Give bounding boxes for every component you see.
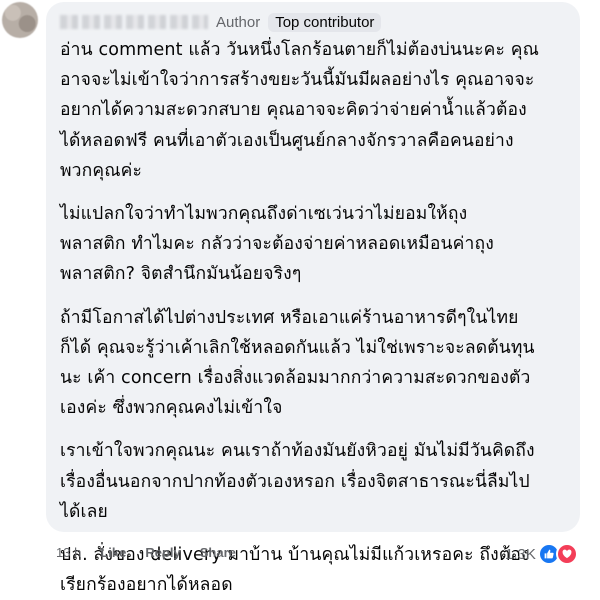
comment-line: ได้เลย	[60, 501, 108, 522]
comment-line: ก็ได้ คุณจะรู้ว่าเค้าเลิกใช้หลอดกันแล้ว …	[60, 337, 535, 358]
comment-paragraph: เราเข้าใจพวกคุณนะ คนเราถ้าท้องมันยังหิวอ…	[60, 436, 566, 527]
author-name-blurred[interactable]	[60, 15, 208, 29]
comment-line: ได้หลอดฟรี คนที่เอาตัวเองเป็นศูนย์กลางจั…	[60, 130, 514, 151]
timestamp[interactable]: 13 h	[56, 545, 81, 560]
comment-line: อาจจะไม่เข้าใจว่าการสร้างขยะวันนี้มันมีผ…	[60, 70, 535, 91]
author-label: Author	[216, 13, 261, 31]
comment-actions: 13 h Like Reply Share	[56, 545, 255, 560]
comment-line: พวกคุณค่ะ	[60, 160, 143, 181]
love-icon	[555, 543, 578, 565]
comment-line: อ่าน comment แล้ว วันหนึ่งโลกร้อนตายก็ไม…	[60, 40, 539, 60]
comment-line: พลาสติก ทำไมคะ กลัวว่าจะต้องจ่ายค่าหลอดเ…	[60, 234, 494, 255]
comment-header: Author Top contributor	[60, 11, 568, 33]
top-contributor-badge: Top contributor	[268, 12, 382, 32]
comment-body: อ่าน comment แล้ว วันหนึ่งโลกร้อนตายก็ไม…	[60, 35, 566, 600]
reaction-count: 1.3K	[505, 545, 536, 563]
reply-button[interactable]: Reply	[145, 545, 180, 560]
comment-paragraph: อ่าน comment แล้ว วันหนึ่งโลกร้อนตายก็ไม…	[60, 35, 566, 186]
comment-line: นะ เค้า concern เรื่องสิ่งแวดล้อมมากกว่า…	[60, 368, 531, 389]
comment-paragraph: ไม่แปลกใจว่าทำไมพวกคุณถึงด่าเซเว่นว่าไม่…	[60, 199, 566, 290]
like-button[interactable]: Like	[100, 545, 126, 560]
reactions-summary[interactable]: 1.3K	[505, 543, 578, 565]
comment-line: พลาสติก? จิตสำนึกมันน้อยจริงๆ	[60, 264, 302, 285]
comment-paragraph: ถ้ามีโอกาสได้ไปต่างประเทศ หรือเอาแค่ร้าน…	[60, 303, 566, 424]
avatar[interactable]	[2, 2, 38, 38]
comment-bubble: Author Top contributor อ่าน comment แล้ว…	[46, 2, 580, 595]
share-button[interactable]: Share	[200, 545, 236, 560]
comment-line: เรื่องอื่นนอกจากปากท้องตัวเองหรอก เรื่อง…	[60, 471, 530, 492]
comment-line: เรียกร้องอยากได้หลอด	[60, 575, 233, 596]
comment-line: เราเข้าใจพวกคุณนะ คนเราถ้าท้องมันยังหิวอ…	[60, 441, 535, 462]
comment-line: อยากได้ความสะดวกสบาย คุณอาจจะคิดว่าจ่ายค…	[60, 100, 527, 121]
comment-line: เองค่ะ ซึ่งพวกคุณคงไม่เข้าใจ	[60, 398, 283, 419]
comment-line: ถ้ามีโอกาสได้ไปต่างประเทศ หรือเอาแค่ร้าน…	[60, 307, 519, 328]
comment-line: ไม่แปลกใจว่าทำไมพวกคุณถึงด่าเซเว่นว่าไม่…	[60, 204, 468, 225]
